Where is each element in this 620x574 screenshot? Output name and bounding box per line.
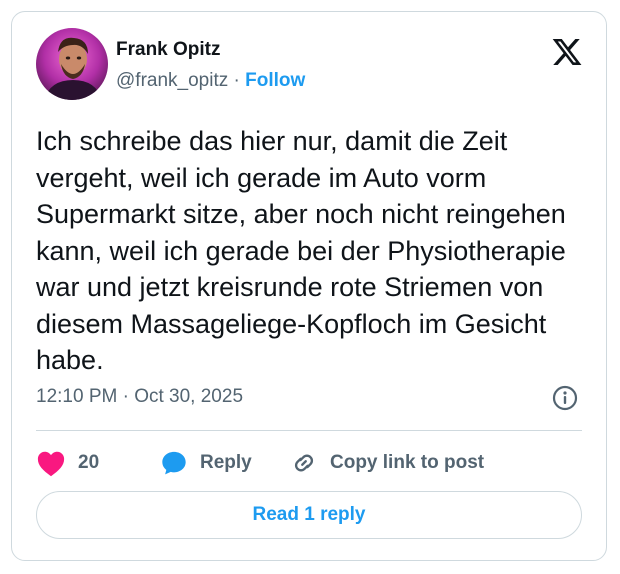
like-count: 20	[78, 452, 100, 473]
reply-button[interactable]: Reply	[160, 448, 252, 478]
speech-bubble-icon	[160, 449, 188, 477]
copy-link-button[interactable]: Copy link to post	[290, 448, 484, 478]
avatar[interactable]	[36, 28, 108, 100]
post-timestamp[interactable]: 12:10 PM · Oct 30, 2025	[36, 386, 243, 408]
author-handle[interactable]: @frank_opitz	[116, 70, 228, 91]
author-handle-row: @frank_opitz · Follow	[116, 70, 305, 92]
heart-icon	[36, 449, 66, 477]
divider	[36, 430, 582, 431]
copy-link-label: Copy link to post	[330, 452, 485, 473]
author-name[interactable]: Frank Opitz	[116, 39, 221, 61]
follow-button[interactable]: Follow	[245, 70, 305, 91]
reply-label: Reply	[200, 452, 252, 473]
post-card: Frank Opitz @frank_opitz · Follow Ich sc…	[11, 11, 607, 561]
x-logo-icon[interactable]	[550, 36, 584, 68]
link-icon	[290, 449, 318, 477]
read-replies-button[interactable]: Read 1 reply	[36, 491, 582, 539]
handle-separator: ·	[233, 70, 240, 91]
post-text: Ich schreibe das hier nur, damit die Zei…	[36, 126, 566, 375]
info-icon[interactable]	[552, 385, 578, 411]
like-button[interactable]: 20	[36, 448, 99, 478]
